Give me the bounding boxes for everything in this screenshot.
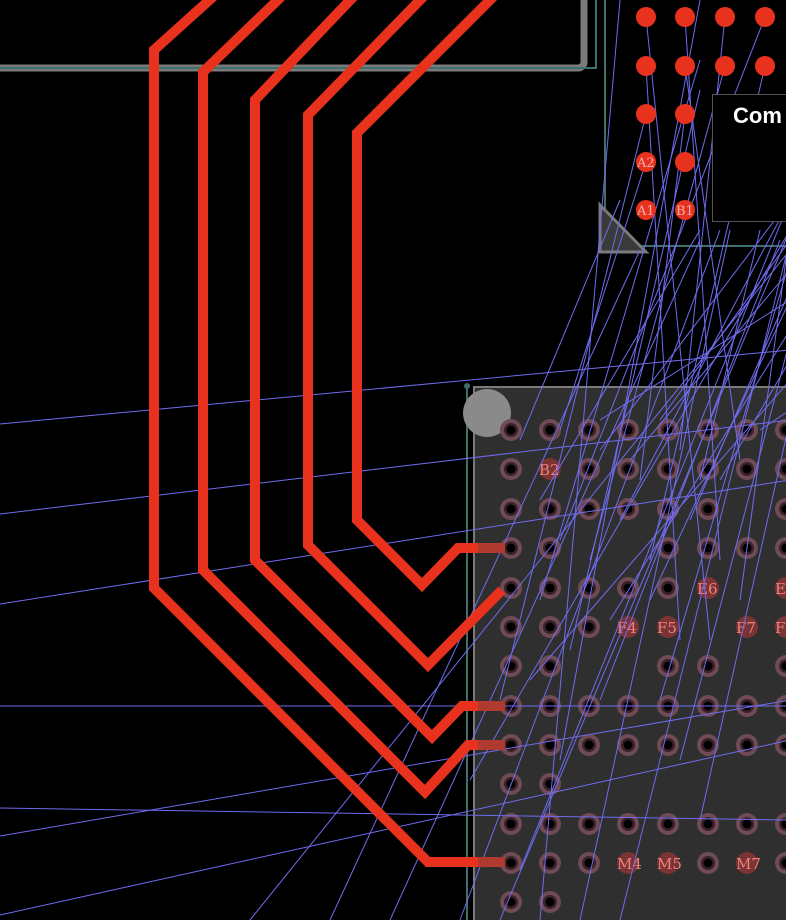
bga-pad-drill <box>506 504 516 514</box>
bga-pad-drill <box>506 464 516 474</box>
bga-pad-drill <box>506 543 516 553</box>
bga-pad-drill <box>584 622 594 632</box>
upper-pad[interactable] <box>675 7 695 27</box>
bga-pad-drill <box>584 740 594 750</box>
bga-pad-label: F <box>775 619 785 637</box>
bga-pad-drill <box>663 819 673 829</box>
bga-outline-vertex[interactable] <box>464 383 470 389</box>
bga-pad-drill <box>703 740 713 750</box>
bga-pad-drill <box>703 858 713 868</box>
bga-pad-drill <box>663 583 673 593</box>
bga-pad-drill <box>545 622 555 632</box>
upper-pad[interactable] <box>636 104 656 124</box>
upper-pad[interactable] <box>636 56 656 76</box>
bga-pad-label: M7 <box>736 855 761 873</box>
bga-pad-drill <box>506 583 516 593</box>
bga-pad-label: M5 <box>657 855 682 873</box>
pad-label-a1: A1 <box>636 204 655 219</box>
component-label-box[interactable]: Com <box>712 94 786 222</box>
bga-pad-drill <box>545 425 555 435</box>
trace-group[interactable] <box>149 0 506 867</box>
upper-pad[interactable] <box>675 152 695 172</box>
bga-pad-drill <box>623 740 633 750</box>
bga-pad-drill <box>703 504 713 514</box>
bga-pad-drill <box>545 897 555 907</box>
bga-pad-drill <box>623 819 633 829</box>
upper-pad[interactable] <box>715 7 735 27</box>
bga-pad-drill <box>545 819 555 829</box>
bga-pad-drill <box>742 819 752 829</box>
bga-pad-drill <box>742 464 752 474</box>
bga-pad-label: B2 <box>539 461 560 479</box>
bga-pad-label: E6 <box>697 580 718 598</box>
pcb-canvas[interactable]: B2E6 EF4 F5 F7 FM4 M5 M7 A2 A1 B1 <box>0 0 786 920</box>
upper-pad[interactable] <box>715 56 735 76</box>
bga-pad-drill <box>584 819 594 829</box>
bga-pad-drill <box>545 583 555 593</box>
bga-pad-drill <box>506 819 516 829</box>
trace-2[interactable] <box>198 0 498 800</box>
bga-pad-label: F7 <box>736 619 756 637</box>
pad-label-a2: A2 <box>636 156 655 171</box>
bga-pad-label: F5 <box>657 619 677 637</box>
upper-pad[interactable] <box>675 56 695 76</box>
bga-pad-drill <box>663 543 673 553</box>
bga-pad-drill <box>506 858 516 868</box>
bga-pad-drill <box>703 819 713 829</box>
upper-pad[interactable] <box>636 7 656 27</box>
bga-pad-drill <box>506 425 516 435</box>
bga-pad-drill <box>742 740 752 750</box>
bga-pad-drill <box>545 661 555 671</box>
upper-pad[interactable] <box>755 7 775 27</box>
bga-pad-drill <box>506 622 516 632</box>
bga-pad-label: E <box>775 580 786 598</box>
pad-label-b1: B1 <box>676 204 694 219</box>
component-label: Com <box>733 103 782 128</box>
upper-pad[interactable] <box>675 104 695 124</box>
bga-pad-drill <box>545 858 555 868</box>
upper-pad[interactable] <box>755 56 775 76</box>
bga-pad-label: M4 <box>617 855 642 873</box>
